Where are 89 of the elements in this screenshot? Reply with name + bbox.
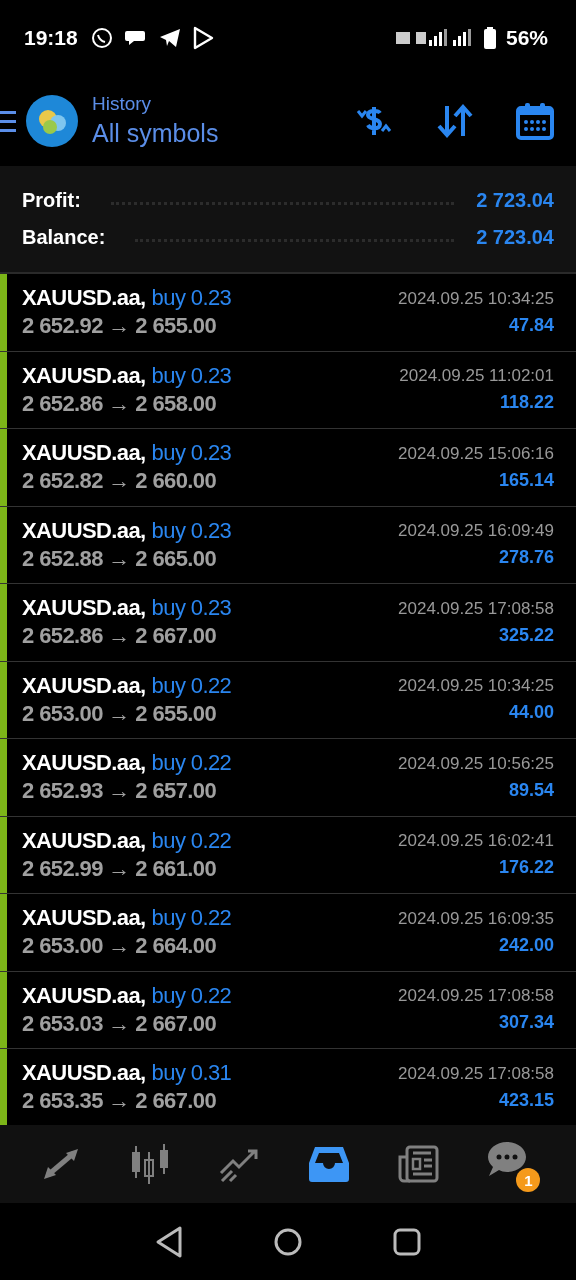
- deal-time: 2024.09.25 10:56:25: [398, 753, 554, 774]
- screen-title: History: [92, 93, 153, 115]
- status-time: 19:18: [24, 25, 78, 50]
- deal-volume: buy 0.22: [151, 827, 232, 854]
- home-icon[interactable]: [273, 1226, 303, 1257]
- deal-time: 2024.09.25 17:08:58: [398, 1063, 554, 1084]
- deal-profit: 176.22: [498, 857, 554, 879]
- summary-label: Balance:: [22, 226, 106, 249]
- deal-time: 2024.09.25 16:02:41: [398, 831, 554, 852]
- signal-icon: [395, 27, 474, 48]
- battery-icon: [483, 26, 496, 49]
- deal-time: 2024.09.25 17:08:58: [398, 598, 554, 619]
- deal-volume: buy 0.23: [151, 285, 232, 312]
- price-range: 2 653.03 → 2 667.00: [22, 1010, 218, 1037]
- deal-row[interactable]: XAUUSD.aa, buy 0.22 2 652.93 → 2 657.00 2024.09.25 10:56:25 89.54: [0, 739, 576, 817]
- symbol-name: XAUUSD.aa,: [22, 982, 146, 1009]
- calendar-icon[interactable]: [516, 101, 554, 140]
- price-range: 2 652.86 → 2 667.00: [22, 623, 218, 650]
- deal-row[interactable]: XAUUSD.aa, buy 0.23 2 652.82 → 2 660.00 2024.09.25 15:06:16 165.14: [0, 429, 576, 507]
- deal-volume: buy 0.22: [151, 750, 232, 777]
- deal-row[interactable]: XAUUSD.aa, buy 0.22 2 653.03 → 2 667.00 2024.09.25 17:08:58 307.34: [0, 971, 576, 1049]
- price-range: 2 652.92 → 2 655.00: [22, 313, 218, 340]
- battery-percent: 56%: [505, 25, 548, 50]
- deal-volume: buy 0.23: [151, 517, 232, 544]
- app-logo-icon: [26, 94, 78, 147]
- deal-time: 2024.09.25 17:08:58: [398, 986, 554, 1007]
- newspaper-icon: [396, 1145, 439, 1183]
- deal-row[interactable]: XAUUSD.aa, buy 0.22 2 652.99 → 2 661.00 2024.09.25 16:02:41 176.22: [0, 816, 576, 894]
- price-range: 2 652.93 → 2 657.00: [22, 778, 218, 805]
- notification-badge: 1: [516, 1168, 541, 1192]
- price-range: 2 652.88 → 2 665.00: [22, 545, 218, 572]
- price-range: 2 653.35 → 2 667.00: [22, 1088, 218, 1115]
- symbol-name: XAUUSD.aa,: [22, 440, 146, 467]
- price-range: 2 652.86 → 2 658.00: [22, 390, 218, 417]
- deal-volume: buy 0.22: [151, 905, 232, 932]
- sort-icon[interactable]: [436, 103, 474, 138]
- inbox-icon: [307, 1145, 350, 1183]
- deal-profit: 165.14: [498, 469, 554, 491]
- price-range: 2 652.82 → 2 660.00: [22, 468, 218, 495]
- deal-row[interactable]: XAUUSD.aa, buy 0.23 2 652.86 → 2 658.00 2024.09.25 11:02:01 118.22: [0, 351, 576, 429]
- deal-row[interactable]: XAUUSD.aa, buy 0.22 2 653.00 → 2 664.00 2024.09.25 16:09:35 242.00: [0, 894, 576, 972]
- deal-row[interactable]: XAUUSD.aa, buy 0.22 2 653.00 → 2 655.00 2024.09.25 10:34:25 44.00: [0, 661, 576, 739]
- price-range: 2 652.99 → 2 661.00: [22, 855, 218, 882]
- symbols-filter[interactable]: All symbols: [92, 119, 219, 148]
- play-icon: [191, 25, 214, 50]
- deal-profit: 47.84: [508, 314, 554, 336]
- price-range: 2 653.00 → 2 655.00: [22, 700, 218, 727]
- symbol-name: XAUUSD.aa,: [22, 750, 146, 777]
- deal-volume: buy 0.23: [151, 362, 232, 389]
- deal-profit: 89.54: [508, 779, 554, 801]
- symbol-name: XAUUSD.aa,: [22, 362, 146, 389]
- summary-label: Profit:: [22, 189, 81, 212]
- deal-profit: 325.22: [498, 624, 554, 646]
- symbol-name: XAUUSD.aa,: [22, 595, 146, 622]
- deal-row[interactable]: XAUUSD.aa, buy 0.23 2 652.88 → 2 665.00 2024.09.25 16:09:49 278.76: [0, 506, 576, 584]
- price-range: 2 653.00 → 2 664.00: [22, 933, 218, 960]
- deal-time: 2024.09.25 16:09:35: [398, 908, 554, 929]
- deal-time: 2024.09.25 10:34:25: [398, 288, 554, 309]
- symbol-name: XAUUSD.aa,: [22, 285, 146, 312]
- deal-time: 2024.09.25 11:02:01: [399, 366, 554, 387]
- deal-profit: 307.34: [498, 1012, 554, 1034]
- symbol-name: XAUUSD.aa,: [22, 672, 146, 699]
- deal-volume: buy 0.22: [151, 982, 232, 1009]
- symbol-name: XAUUSD.aa,: [22, 1060, 146, 1087]
- deal-profit: 423.15: [498, 1089, 554, 1111]
- summary-value: 2 723.04: [476, 226, 554, 249]
- recents-icon[interactable]: [391, 1226, 422, 1257]
- deal-volume: buy 0.31: [151, 1060, 232, 1087]
- symbol-name: XAUUSD.aa,: [22, 827, 146, 854]
- symbol-name: XAUUSD.aa,: [22, 517, 146, 544]
- deal-profit: 242.00: [498, 934, 554, 956]
- deal-volume: buy 0.22: [151, 672, 232, 699]
- deal-row[interactable]: XAUUSD.aa, buy 0.23 2 652.92 → 2 655.00 2024.09.25 10:34:25 47.84: [0, 274, 576, 352]
- deal-row[interactable]: XAUUSD.aa, buy 0.23 2 652.86 → 2 667.00 2024.09.25 17:08:58 325.22: [0, 584, 576, 662]
- deal-time: 2024.09.25 10:34:25: [398, 676, 554, 697]
- deal-volume: buy 0.23: [151, 440, 232, 467]
- back-icon[interactable]: [154, 1224, 185, 1259]
- deal-time: 2024.09.25 16:09:49: [398, 521, 554, 542]
- chat-bubble-icon: [89, 25, 114, 50]
- menu-icon[interactable]: [0, 108, 16, 133]
- deal-profit: 278.76: [498, 547, 554, 569]
- deal-volume: buy 0.23: [151, 595, 232, 622]
- chat-icon: [486, 1140, 529, 1178]
- deal-time: 2024.09.25 15:06:16: [398, 443, 554, 464]
- candlestick-icon: [129, 1144, 171, 1184]
- summary-value: 2 723.04: [476, 189, 554, 212]
- deal-profit: 44.00: [508, 702, 554, 724]
- symbol-name: XAUUSD.aa,: [22, 905, 146, 932]
- deal-profit: 118.22: [499, 392, 554, 414]
